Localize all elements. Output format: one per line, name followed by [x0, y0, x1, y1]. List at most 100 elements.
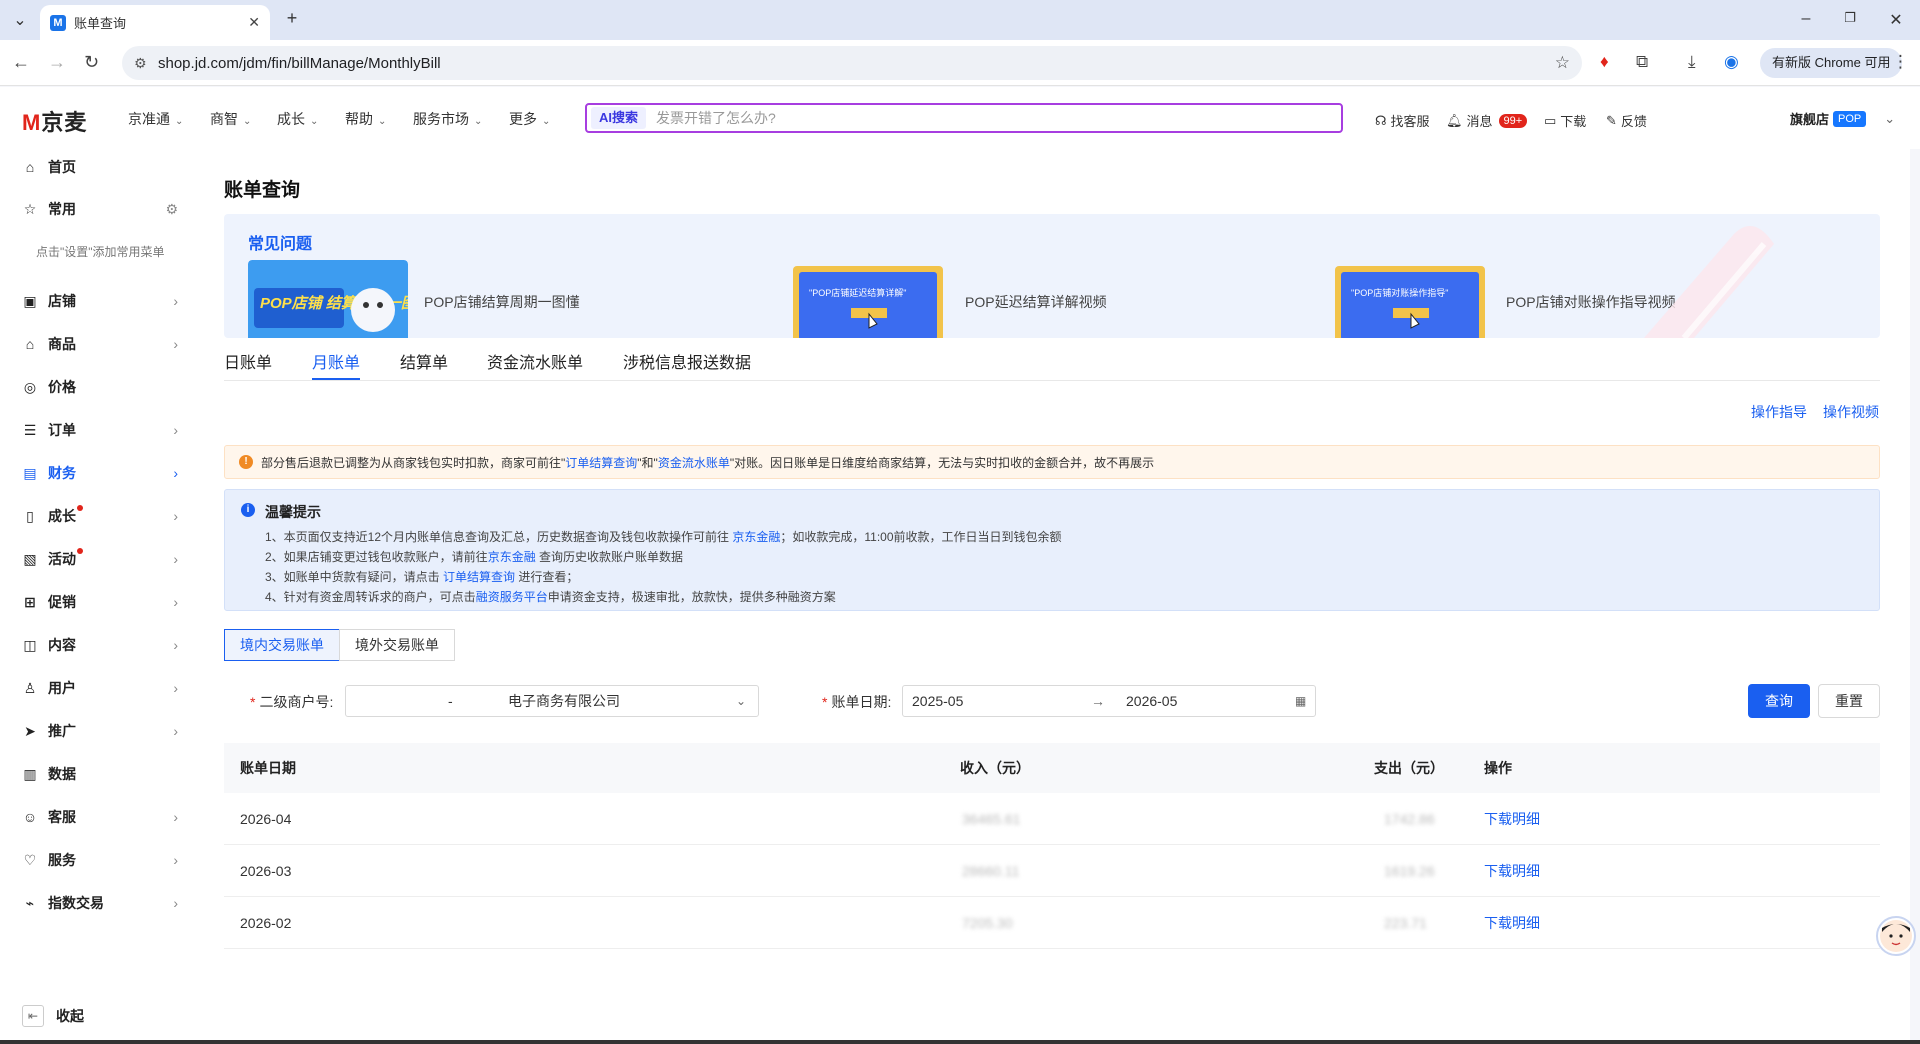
assistant-avatar[interactable] [1876, 916, 1916, 956]
row-expense: 1742.86 [1384, 811, 1435, 827]
order-settlement-link[interactable]: 订单结算查询 [565, 454, 637, 471]
address-bar-row: ← → ↻ ⚙ shop.jd.com/jdm/fin/billManage/M… [0, 40, 1920, 86]
settings-icon[interactable]: ⚙ [165, 201, 178, 218]
new-tab-icon[interactable]: + [282, 8, 302, 29]
nav-shangzhi[interactable]: 商智 ⌄ [210, 109, 251, 129]
domestic-bill-button[interactable]: 境内交易账单 [224, 629, 340, 661]
sidebar-item-content[interactable]: ◫ 内容 › [0, 627, 200, 663]
faq-card-1-label[interactable]: POP店铺结算周期一图懂 [424, 292, 580, 312]
tab-fund-flow[interactable]: 资金流水账单 [487, 349, 583, 373]
download-button[interactable]: ▭ 下载 [1544, 111, 1586, 130]
faq-card-2-image[interactable]: "POP店铺延迟结算详解" [789, 260, 949, 338]
order-settlement-link[interactable]: 订单结算查询 [443, 570, 515, 584]
sidebar-item-services[interactable]: ♡ 服务 › [0, 842, 200, 878]
common-menu-hint: 点击"设置"添加常用菜单 [36, 245, 165, 259]
messages-button[interactable]: 🔔︎ 消息 99+ [1446, 111, 1528, 130]
sidebar-item-store[interactable]: ▣ 店铺 › [0, 283, 200, 319]
jd-finance-link[interactable]: 京东金融 [488, 550, 536, 564]
close-tab-icon[interactable]: ✕ [248, 14, 260, 31]
find-service-button[interactable]: ☊ 找客服 [1375, 111, 1430, 130]
table-row: 2026-02 7205.30 223.71 下载明细 [224, 897, 1880, 949]
arrow-right-icon: → [1091, 693, 1105, 709]
sidebar-item-common[interactable]: ☆ 常用 ⚙ [0, 191, 200, 227]
faq-card-1-image[interactable]: POP店铺 结算周期一图懂 [248, 260, 408, 338]
nav-more[interactable]: 更多 ⌄ [509, 109, 550, 129]
nav-chengzhang[interactable]: 成长 ⌄ [277, 109, 318, 129]
nav-jingzhuntong[interactable]: 京准通 ⌄ [128, 109, 183, 129]
chevron-right-icon: › [173, 723, 178, 739]
index-trade-icon: ⌁ [25, 894, 35, 911]
row-date: 2026-03 [240, 863, 292, 879]
faq-card-3-image-text: "POP店铺对账操作指导" [1351, 287, 1448, 298]
operation-guide-link[interactable]: 操作指导 [1751, 402, 1807, 422]
collapse-sidebar-button[interactable]: ⇤ 收起 [22, 1005, 84, 1027]
chrome-update-button[interactable]: 有新版 Chrome 可用 [1760, 48, 1903, 78]
back-icon[interactable]: ← [12, 52, 30, 73]
forward-icon[interactable]: → [48, 52, 66, 73]
sidebar-item-goods[interactable]: ⌂ 商品 › [0, 326, 200, 362]
faq-card-2-label[interactable]: POP延迟结算详解视频 [965, 292, 1107, 312]
tip-line-3: 3、如账单中货款有疑问，请点击 订单结算查询 进行查看； [265, 570, 579, 584]
tip-line-1: 1、本页面仅支持近12个月内账单信息查询及汇总，历史数据查询及钱包收款操作可前往… [265, 530, 1062, 544]
sidebar-item-index-trade[interactable]: ⌁ 指数交易 › [0, 885, 200, 921]
chevron-right-icon: › [173, 637, 178, 653]
operation-video-link[interactable]: 操作视频 [1823, 402, 1879, 422]
feedback-button[interactable]: ✎ 反馈 [1606, 111, 1647, 130]
date-start[interactable]: 2025-05 [912, 686, 963, 716]
jingmai-logo[interactable]: M京麦 [22, 105, 87, 137]
financing-platform-link[interactable]: 融资服务平台 [476, 590, 548, 604]
ai-search-box[interactable]: AI搜索 [585, 103, 1343, 133]
site-settings-icon[interactable]: ⚙ [134, 55, 147, 72]
bookmark-star-icon[interactable]: ☆ [1555, 53, 1570, 73]
minimize-icon[interactable]: – [1796, 10, 1816, 28]
browser-tab-bar: ⌄ M 账单查询 ✕ + – ❐ ✕ [0, 0, 1920, 40]
sidebar-item-user[interactable]: ♙ 用户 › [0, 670, 200, 706]
sidebar-item-growth[interactable]: ▯ 成长 › [0, 498, 200, 534]
sidebar-item-activity[interactable]: ▧ 活动 › [0, 541, 200, 577]
sidebar-item-promote[interactable]: ➤ 推广 › [0, 713, 200, 749]
date-end[interactable]: 2026-05 [1126, 686, 1177, 716]
download-detail-link[interactable]: 下载明细 [1484, 897, 1540, 949]
tab-monthly-bill[interactable]: 月账单 [312, 349, 361, 380]
window-close-icon[interactable]: ✕ [1886, 10, 1906, 30]
download-icon[interactable]: ⤓ [1688, 52, 1696, 72]
collapse-icon: ⇤ [22, 1005, 44, 1027]
sidebar-item-finance[interactable]: ▤ 财务 › [0, 455, 200, 491]
bell-icon: 🔔︎ [1446, 112, 1463, 128]
nav-service-market[interactable]: 服务市场 ⌄ [413, 109, 482, 129]
store-switcher[interactable]: 旗舰店 POP ⌄ [1790, 109, 1895, 128]
tab-settlement[interactable]: 结算单 [400, 349, 448, 373]
search-input[interactable] [656, 110, 1257, 126]
download-detail-link[interactable]: 下载明细 [1484, 793, 1540, 845]
bill-tabs: 日账单 月账单 结算单 资金流水账单 涉税信息报送数据 [224, 349, 1880, 381]
profile-icon[interactable]: ◉ [1724, 52, 1739, 72]
reset-button[interactable]: 重置 [1818, 684, 1880, 718]
url-text: shop.jd.com/jdm/fin/billManage/MonthlyBi… [158, 54, 441, 72]
extension-icon[interactable]: ♦ [1600, 52, 1609, 72]
overseas-bill-button[interactable]: 境外交易账单 [339, 629, 455, 661]
chrome-menu-icon[interactable]: ⋮ [1892, 52, 1909, 72]
sidebar-item-data[interactable]: ▥ 数据 [0, 756, 200, 792]
tab-daily-bill[interactable]: 日账单 [224, 349, 272, 373]
tab-list-icon[interactable]: ⌄ [10, 10, 30, 30]
sidebar-item-service[interactable]: ☺ 客服 › [0, 799, 200, 835]
store-icon: ▣ [23, 292, 37, 309]
fund-flow-link[interactable]: 资金流水账单 [658, 454, 730, 471]
faq-card-3-image[interactable]: "POP店铺对账操作指导" [1331, 260, 1491, 338]
jd-finance-link[interactable]: 京东金融 [732, 530, 780, 544]
bill-date-range-picker[interactable]: 2025-05 → 2026-05 ▦ [902, 685, 1316, 717]
restore-icon[interactable]: ❐ [1840, 10, 1860, 26]
sidebar-item-order[interactable]: ☰ 订单 › [0, 412, 200, 448]
sidebar-item-promotion[interactable]: ⊞ 促销 › [0, 584, 200, 620]
merchant-select[interactable]: - 电子商务有限公司 ⌄ [345, 685, 759, 717]
reload-icon[interactable]: ↻ [84, 52, 99, 73]
nav-bangzhu[interactable]: 帮助 ⌄ [345, 109, 386, 129]
url-field[interactable]: ⚙ shop.jd.com/jdm/fin/billManage/Monthly… [122, 46, 1582, 80]
sidebar-item-price[interactable]: ◎ 价格 [0, 369, 200, 405]
sidebar-item-home[interactable]: ⌂ 首页 [0, 149, 200, 185]
download-detail-link[interactable]: 下载明细 [1484, 845, 1540, 897]
extensions-puzzle-icon[interactable]: ⧉ [1636, 52, 1648, 72]
browser-tab[interactable]: M 账单查询 ✕ [40, 5, 270, 40]
query-button[interactable]: 查询 [1748, 684, 1810, 718]
tab-tax-info[interactable]: 涉税信息报送数据 [623, 349, 751, 373]
